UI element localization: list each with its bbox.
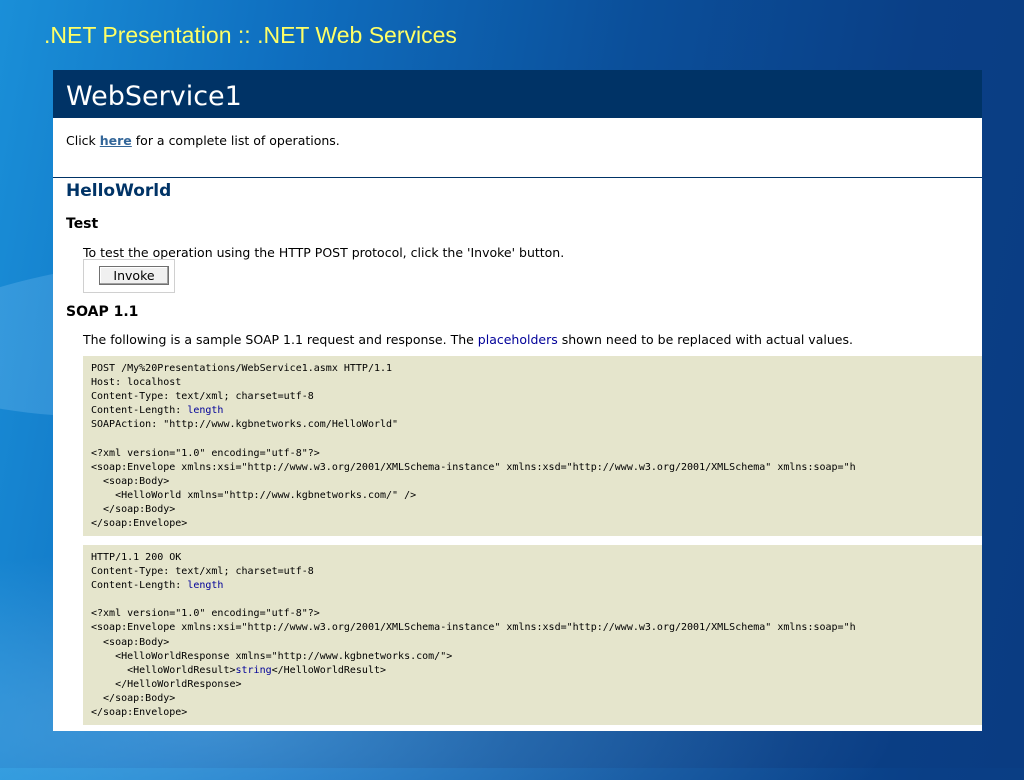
intro-text: Click here for a complete list of operat… xyxy=(66,133,340,148)
response-envelope-open: <soap:Envelope xmlns:xsi="http://www.w3.… xyxy=(91,622,856,634)
request-length-placeholder: length xyxy=(187,405,224,417)
placeholders-term: placeholders xyxy=(477,332,558,347)
invoke-form: Invoke xyxy=(83,259,175,293)
response-status: HTTP/1.1 200 OK xyxy=(91,552,182,563)
request-envelope-open: <soap:Envelope xmlns:xsi="http://www.w3.… xyxy=(91,461,856,473)
response-result-close: </HelloWorldResult> xyxy=(271,664,387,676)
response-length-placeholder: length xyxy=(187,580,224,592)
request-content-type: Content-Type: text/xml; charset=utf-8 xyxy=(91,391,314,403)
response-result: <HelloWorldResult>string</HelloWorldResu… xyxy=(91,664,982,678)
response-content-length: Content-Length: length xyxy=(91,579,982,593)
test-heading: Test xyxy=(66,216,99,232)
soap-desc-before: The following is a sample SOAP 1.1 reque… xyxy=(83,332,478,347)
webservice-page: WebService1 Click here for a complete li… xyxy=(53,70,982,731)
request-soapaction: SOAPAction: "http://www.kgbnetworks.com/… xyxy=(91,419,399,431)
response-helloworldresponse-open: <HelloWorldResponse xmlns="http://www.kg… xyxy=(91,650,453,662)
invoke-button[interactable]: Invoke xyxy=(99,266,169,285)
intro-suffix: for a complete list of operations. xyxy=(131,133,340,148)
response-content-type: Content-Type: text/xml; charset=utf-8 xyxy=(91,566,314,578)
operation-title: HelloWorld xyxy=(66,181,172,201)
slide-title: .NET Presentation :: .NET Web Services xyxy=(44,22,457,48)
request-host: Host: localhost xyxy=(91,377,182,389)
request-helloworld: <HelloWorld xmlns="http://www.kgbnetwork… xyxy=(91,489,417,501)
service-header: WebService1 xyxy=(53,70,982,118)
response-result-open: <HelloWorldResult> xyxy=(91,664,236,676)
operations-list-link[interactable]: here xyxy=(100,133,132,148)
request-line: POST /My%20Presentations/WebService1.asm… xyxy=(91,363,393,374)
response-content-length-label: Content-Length: xyxy=(91,580,188,592)
soap-heading: SOAP 1.1 xyxy=(66,304,139,320)
response-envelope-close: </soap:Envelope> xyxy=(91,707,188,719)
soap-desc-after: shown need to be replaced with actual va… xyxy=(557,332,853,347)
request-body-close: </soap:Body> xyxy=(91,503,176,515)
soap-description: The following is a sample SOAP 1.1 reque… xyxy=(83,332,853,347)
request-content-length-label: Content-Length: xyxy=(91,405,188,417)
request-xml-decl: <?xml version="1.0" encoding="utf-8"?> xyxy=(91,447,320,459)
intro-prefix: Click xyxy=(66,133,100,148)
response-string-placeholder: string xyxy=(235,664,272,676)
divider xyxy=(53,177,982,178)
response-body-close: </soap:Body> xyxy=(91,692,176,704)
soap-request-sample: POST /My%20Presentations/WebService1.asm… xyxy=(83,356,982,536)
request-envelope-close: </soap:Envelope> xyxy=(91,518,188,530)
response-body-open: <soap:Body> xyxy=(91,636,170,648)
request-content-length: Content-Length: length xyxy=(91,404,982,418)
request-body-open: <soap:Body> xyxy=(91,475,170,487)
response-helloworldresponse-close: </HelloWorldResponse> xyxy=(91,678,242,690)
soap-response-sample: HTTP/1.1 200 OK Content-Type: text/xml; c… xyxy=(83,545,982,725)
test-description: To test the operation using the HTTP POS… xyxy=(83,245,565,260)
response-xml-decl: <?xml version="1.0" encoding="utf-8"?> xyxy=(91,608,320,620)
